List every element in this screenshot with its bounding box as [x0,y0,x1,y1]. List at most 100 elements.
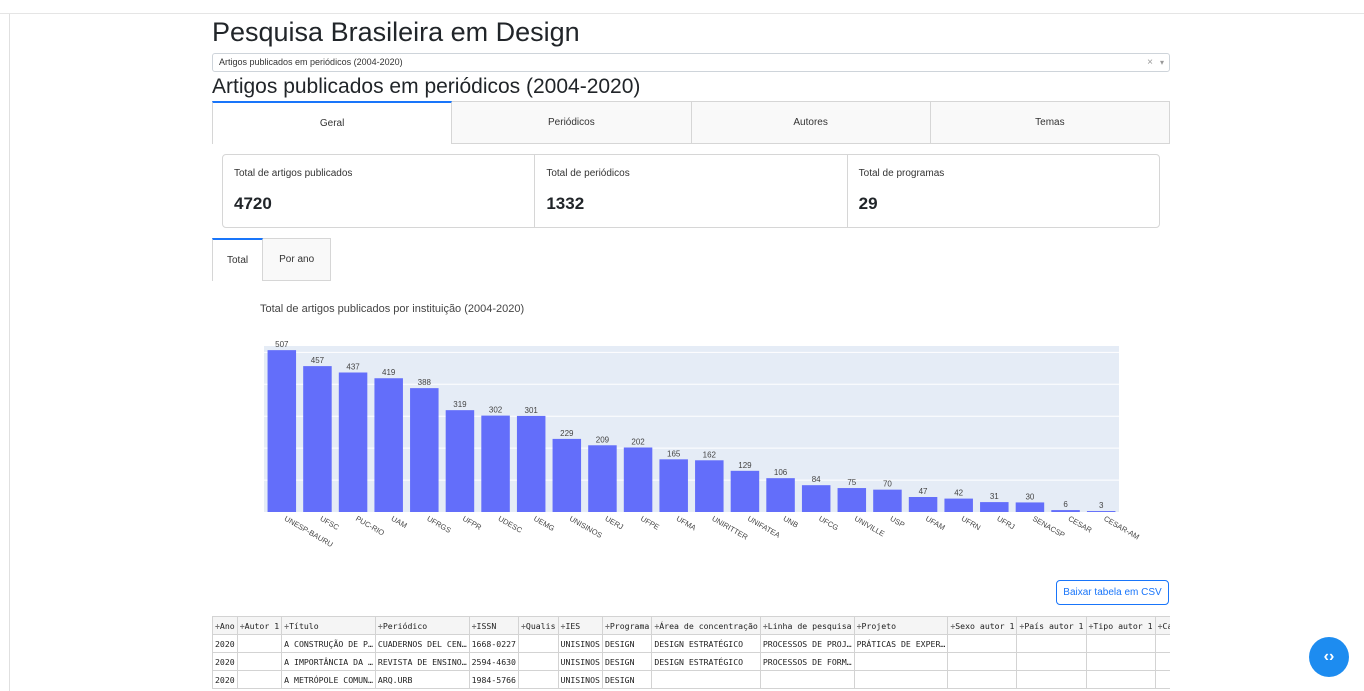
download-csv-button[interactable]: Baixar tabela em CSV [1056,580,1169,605]
data-label: 129 [738,461,752,470]
data-label: 319 [453,400,467,409]
table-cell: DESIGN [601,670,653,689]
table-cell [651,670,761,689]
data-label: 75 [847,478,856,487]
table-cell: PROCESSOS DE FORM… [759,652,855,671]
column-header[interactable]: ÷ISSN [468,616,520,635]
x-tick-label: SENACSP [1031,514,1067,540]
chevron-down-icon[interactable]: ▾ [1160,54,1164,71]
bar[interactable] [516,415,546,512]
data-label: 457 [311,356,325,365]
subtab-total[interactable]: Total [212,238,264,281]
bar[interactable] [695,460,724,512]
data-label: 202 [631,438,645,447]
column-header[interactable]: ÷Programa [601,616,653,635]
table-row[interactable]: 2020 A IMPORTÂNCIA DA … REVISTA DE ENSINO…… [212,652,1170,671]
section-title: Artigos publicados em periódicos (2004-2… [212,75,641,98]
bar-chart: 507UNESP-BAURU457UFSC437PUC-RIO419UAM388… [264,340,1141,549]
bar[interactable] [552,438,582,512]
clear-icon[interactable]: × [1147,54,1153,71]
table-cell [1085,670,1156,689]
bar[interactable] [659,459,688,512]
bar[interactable] [1015,502,1045,512]
data-label: 31 [990,492,999,501]
card-label: Total de periódicos [546,168,630,179]
column-header[interactable]: ÷IES [557,616,603,635]
x-tick-label: UNIVILLE [853,514,886,538]
bar[interactable] [873,489,902,512]
column-header[interactable]: ÷Projeto [853,616,949,635]
x-tick-label: CESAR [1067,514,1094,535]
sub-tabs: Total Por ano [212,238,1170,281]
bar[interactable] [980,502,1009,512]
column-header[interactable]: ÷Ano [212,616,238,635]
table-cell [853,670,949,689]
bar[interactable] [374,378,403,512]
table-cell: PROCESSOS DE PROJ… [759,634,855,653]
table-cell: A METRÓPOLE COMUN… [281,670,376,689]
data-label: 70 [883,480,892,489]
bar[interactable] [1086,511,1116,512]
bar[interactable] [730,470,760,512]
bar[interactable] [1051,510,1080,512]
column-header[interactable]: ÷Qualis [518,616,559,635]
bar[interactable] [267,350,297,512]
table-cell [1016,634,1087,653]
bar[interactable] [944,498,973,512]
column-header[interactable]: ÷Linha de pesquisa [759,616,855,635]
table-cell: 1668-0227 [468,634,520,653]
column-header[interactable]: ÷Cat [1154,616,1170,635]
bar[interactable] [338,372,368,512]
bar[interactable] [445,410,475,512]
bar[interactable] [837,488,867,512]
column-header[interactable]: ÷Tipo autor 1 [1085,616,1156,635]
x-tick-label: UERJ [603,514,625,532]
table-row[interactable]: 2020 A METRÓPOLE COMUN… ARQ.URB 1984-5766 UN… [212,670,1170,689]
table-cell [518,670,559,689]
bar[interactable] [908,496,938,512]
tab-periodicos[interactable]: Periódicos [452,101,692,144]
summary-cards: Total de artigos publicados 4720 Total d… [222,154,1160,228]
code-icon[interactable]: ‹› [1309,637,1349,677]
table-cell: CUADERNOS DEL CEN… [374,634,470,653]
column-header[interactable]: ÷Sexo autor 1 [947,616,1018,635]
column-header[interactable]: ÷Periódico [374,616,470,635]
bar[interactable] [410,388,439,512]
bar[interactable] [481,415,510,512]
column-header[interactable]: ÷Título [281,616,376,635]
table-row[interactable]: 2020 A CONSTRUÇÃO DE P… CUADERNOS DEL CEN…… [212,634,1170,653]
bar[interactable] [766,478,795,512]
data-label: 302 [489,406,503,415]
x-tick-label: UFRJ [995,514,1016,532]
tab-geral[interactable]: Geral [212,101,453,144]
data-label: 42 [954,489,963,498]
table-cell: A CONSTRUÇÃO DE P… [281,634,376,653]
dataset-dropdown[interactable]: Artigos publicados em periódicos (2004-2… [212,53,1170,72]
data-label: 30 [1025,492,1034,501]
table-cell [853,652,949,671]
table-body: 2020 A CONSTRUÇÃO DE P… CUADERNOS DEL CEN…… [212,634,1170,689]
table-cell [236,652,283,671]
x-tick-label: USP [888,514,906,530]
table-cell [1085,634,1156,653]
table-cell [947,670,1018,689]
x-tick-label: UFRN [960,514,983,532]
bar[interactable] [801,485,831,512]
x-tick-label: CESAR-AM [1102,514,1141,542]
card-value: 1332 [546,194,585,213]
table-cell: 1984-5766 [468,670,520,689]
tab-temas[interactable]: Temas [930,101,1170,144]
table-cell: 2020 [212,634,238,653]
tab-autores[interactable]: Autores [691,101,931,144]
bar[interactable] [588,445,617,512]
frame-border [9,14,10,691]
column-header[interactable]: ÷Área de concentração [651,616,761,635]
column-header[interactable]: ÷País autor 1 [1016,616,1087,635]
bar[interactable] [303,366,332,512]
x-tick-label: PUC-RIO [354,514,386,538]
chart-title: Total de artigos publicados por institui… [260,303,525,315]
bar[interactable] [623,447,653,512]
x-tick-label: UNIFATEA [746,514,782,540]
subtab-por-ano[interactable]: Por ano [263,238,332,281]
column-header[interactable]: ÷Autor 1 [236,616,283,635]
